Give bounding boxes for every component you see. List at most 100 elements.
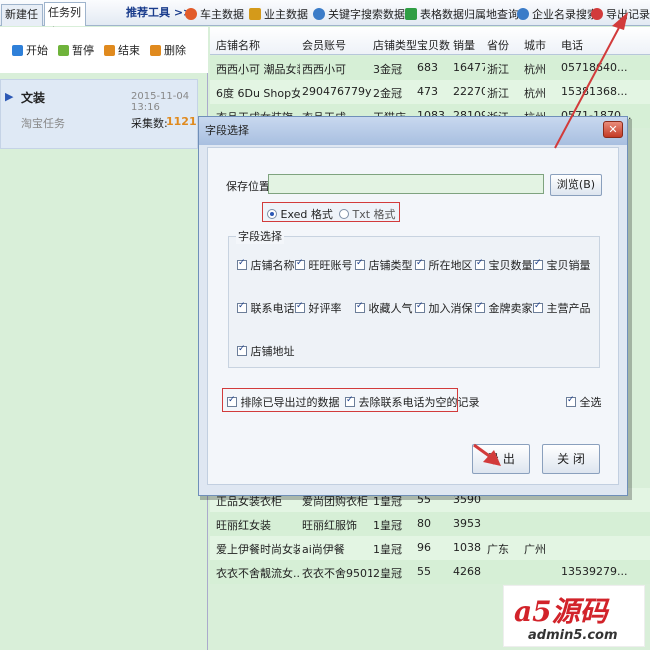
toolbar-item-label: 车主数据 xyxy=(200,8,244,21)
table-cell: 6度 6Du Shop女装 xyxy=(216,87,300,100)
txt-format-option[interactable]: Txt 格式 xyxy=(339,206,396,222)
task-count: 1121 xyxy=(166,115,197,128)
tab-new-task[interactable]: 新建任务 xyxy=(1,4,43,41)
table-cell: 旺丽红女装 xyxy=(216,519,271,532)
table-cell: 222704 xyxy=(453,85,485,98)
top-toolbar: 新建任务 任务列表 推荐工具 >> 车主数据 业主数据 关键字搜索数据 表格数据… xyxy=(0,0,650,41)
delete-button[interactable]: 删除 xyxy=(150,42,186,58)
company-search-button[interactable]: 企业名录搜索 xyxy=(517,6,598,22)
field-checkbox[interactable]: 收藏人气 xyxy=(355,300,413,316)
field-label: 店铺名称 xyxy=(250,259,295,272)
checkbox-checked-icon[interactable] xyxy=(566,395,576,407)
col-header[interactable]: 销量 xyxy=(453,37,475,53)
watermark-logo: a5源码 admin5.com xyxy=(503,585,645,647)
field-checkbox[interactable]: 好评率 xyxy=(295,300,342,316)
field-checkbox[interactable]: 店铺地址 xyxy=(237,343,295,359)
col-header[interactable]: 城市 xyxy=(524,37,546,53)
task-name: 文装 xyxy=(21,91,46,105)
export-button[interactable]: 导 出 xyxy=(472,444,530,474)
toolbar-item-label: 表格数据归属地查询 xyxy=(420,8,519,21)
table-cell: 衣衣不舍9501 xyxy=(302,567,372,580)
table-region-query-button[interactable]: 表格数据归属地查询 xyxy=(405,6,519,22)
save-location-label: 保存位置: xyxy=(226,180,274,193)
expand-arrow-icon[interactable]: ▶ xyxy=(5,90,13,103)
table-cell: 衣衣不舍靓流女... xyxy=(216,567,300,580)
col-header[interactable]: 会员账号 xyxy=(302,37,346,53)
checkbox-checked-icon[interactable] xyxy=(295,301,305,313)
checkbox-checked-icon[interactable] xyxy=(237,301,247,313)
field-checkbox[interactable]: 店铺名称 xyxy=(237,257,295,273)
table-cell: 3金冠 xyxy=(373,63,402,76)
checkbox-checked-icon[interactable] xyxy=(345,395,355,407)
field-checkbox[interactable]: 联系电话 xyxy=(237,300,295,316)
close-button[interactable]: 关 闭 xyxy=(542,444,600,474)
keyword-search-button[interactable]: 关键字搜索数据 xyxy=(313,6,405,22)
exclude-empty-phone-checkbox[interactable]: 去除联系电话为空的记录 xyxy=(345,394,480,410)
table-row[interactable]: 西西小可 潮品女装西西小可 3金冠 683 164776浙江 杭州 05718640... xyxy=(210,56,650,80)
checkbox-checked-icon[interactable] xyxy=(475,258,485,270)
save-location-input[interactable] xyxy=(268,174,544,194)
col-header[interactable]: 店铺名称 xyxy=(216,37,260,53)
checkbox-checked-icon[interactable] xyxy=(295,258,305,270)
checkbox-checked-icon[interactable] xyxy=(533,301,543,313)
start-button[interactable]: 开始 xyxy=(12,42,48,58)
radio-unselected-icon[interactable] xyxy=(339,209,349,219)
task-date: 2015-11-04 13:16 xyxy=(131,91,190,113)
field-checkbox[interactable]: 旺旺账号 xyxy=(295,257,353,273)
checkbox-checked-icon[interactable] xyxy=(415,301,425,313)
col-header[interactable]: 电话 xyxy=(561,37,583,53)
browse-button[interactable]: 浏览(B) xyxy=(550,174,602,196)
table-cell: 2皇冠 xyxy=(373,567,402,580)
excel-format-option[interactable]: Exed 格式 xyxy=(267,206,333,222)
table-row[interactable]: 爱上伊餐时尚女装 ai尚伊餐 1皇冠 96 1038 广东 广州 xyxy=(210,536,650,560)
col-header[interactable]: 宝贝数 xyxy=(417,37,450,53)
checkbox-checked-icon[interactable] xyxy=(237,258,247,270)
table-cell: 3953 xyxy=(453,517,481,530)
dialog-close-button[interactable]: ✕ xyxy=(603,121,623,138)
checkbox-checked-icon[interactable] xyxy=(533,258,543,270)
table-row[interactable]: 衣衣不舍靓流女... 衣衣不舍9501 2皇冠 55 4268 13539279... xyxy=(210,560,650,584)
checkbox-checked-icon[interactable] xyxy=(355,258,365,270)
table-cell: 164776 xyxy=(453,61,485,74)
checkbox-checked-icon[interactable] xyxy=(355,301,365,313)
option-label: 全选 xyxy=(579,396,602,409)
checkbox-checked-icon[interactable] xyxy=(227,395,237,407)
task-item[interactable]: ▶ 文装 2015-11-04 13:16 淘宝任务 采集数: 1121 xyxy=(0,79,198,149)
select-all-checkbox[interactable]: 全选 xyxy=(566,394,602,410)
toolbar-item-label: 关键字搜索数据 xyxy=(328,8,405,21)
pause-button[interactable]: 暂停 xyxy=(58,42,94,58)
task-type: 淘宝任务 xyxy=(21,117,65,130)
car-owner-data-button[interactable]: 车主数据 xyxy=(185,6,244,22)
export-record-button[interactable]: 导出记录 xyxy=(591,6,650,22)
table-row[interactable]: 旺丽红女装 旺丽红服饰 1皇冠 80 3953 xyxy=(210,512,650,536)
table-cell: 1038 xyxy=(453,541,481,554)
field-checkbox[interactable]: 宝贝数量 xyxy=(475,257,533,273)
action-label: 结束 xyxy=(118,44,140,57)
field-checkbox[interactable]: 店铺类型 xyxy=(355,257,413,273)
checkbox-checked-icon[interactable] xyxy=(475,301,485,313)
checkbox-checked-icon[interactable] xyxy=(415,258,425,270)
field-checkbox[interactable]: 主营产品 xyxy=(533,300,591,316)
field-checkbox[interactable]: 宝贝销量 xyxy=(533,257,591,273)
stop-button[interactable]: 结束 xyxy=(104,42,140,58)
field-checkbox[interactable]: 金牌卖家 xyxy=(475,300,533,316)
col-header[interactable]: 省份 xyxy=(487,37,509,53)
field-label: 联系电话 xyxy=(250,302,295,315)
watermark-url: admin5.com xyxy=(528,628,618,643)
table-cell: 683 xyxy=(417,61,438,74)
radio-selected-icon[interactable] xyxy=(267,209,277,219)
table-cell: 杭州 xyxy=(524,87,546,100)
home-owner-data-button[interactable]: 业主数据 xyxy=(249,6,308,22)
toolbar-item-label: 企业名录搜索 xyxy=(532,8,598,21)
field-checkbox[interactable]: 所在地区 xyxy=(415,257,473,273)
watermark-brand: a5源码 xyxy=(514,595,608,628)
table-cell: 浙江 xyxy=(487,63,509,76)
tab-task-list[interactable]: 任务列表 xyxy=(44,2,86,39)
col-header[interactable]: 店铺类型 xyxy=(373,37,417,53)
action-label: 开始 xyxy=(26,44,48,57)
checkbox-checked-icon[interactable] xyxy=(237,344,247,356)
exclude-exported-checkbox[interactable]: 排除已导出过的数据 xyxy=(227,394,340,410)
table-row[interactable]: 6度 6Du Shop女装290476779yy2金冠 473 222704浙江 杭州… xyxy=(210,80,650,104)
field-checkbox[interactable]: 加入消保 xyxy=(415,300,473,316)
table-cell: 旺丽红服饰 xyxy=(302,519,357,532)
